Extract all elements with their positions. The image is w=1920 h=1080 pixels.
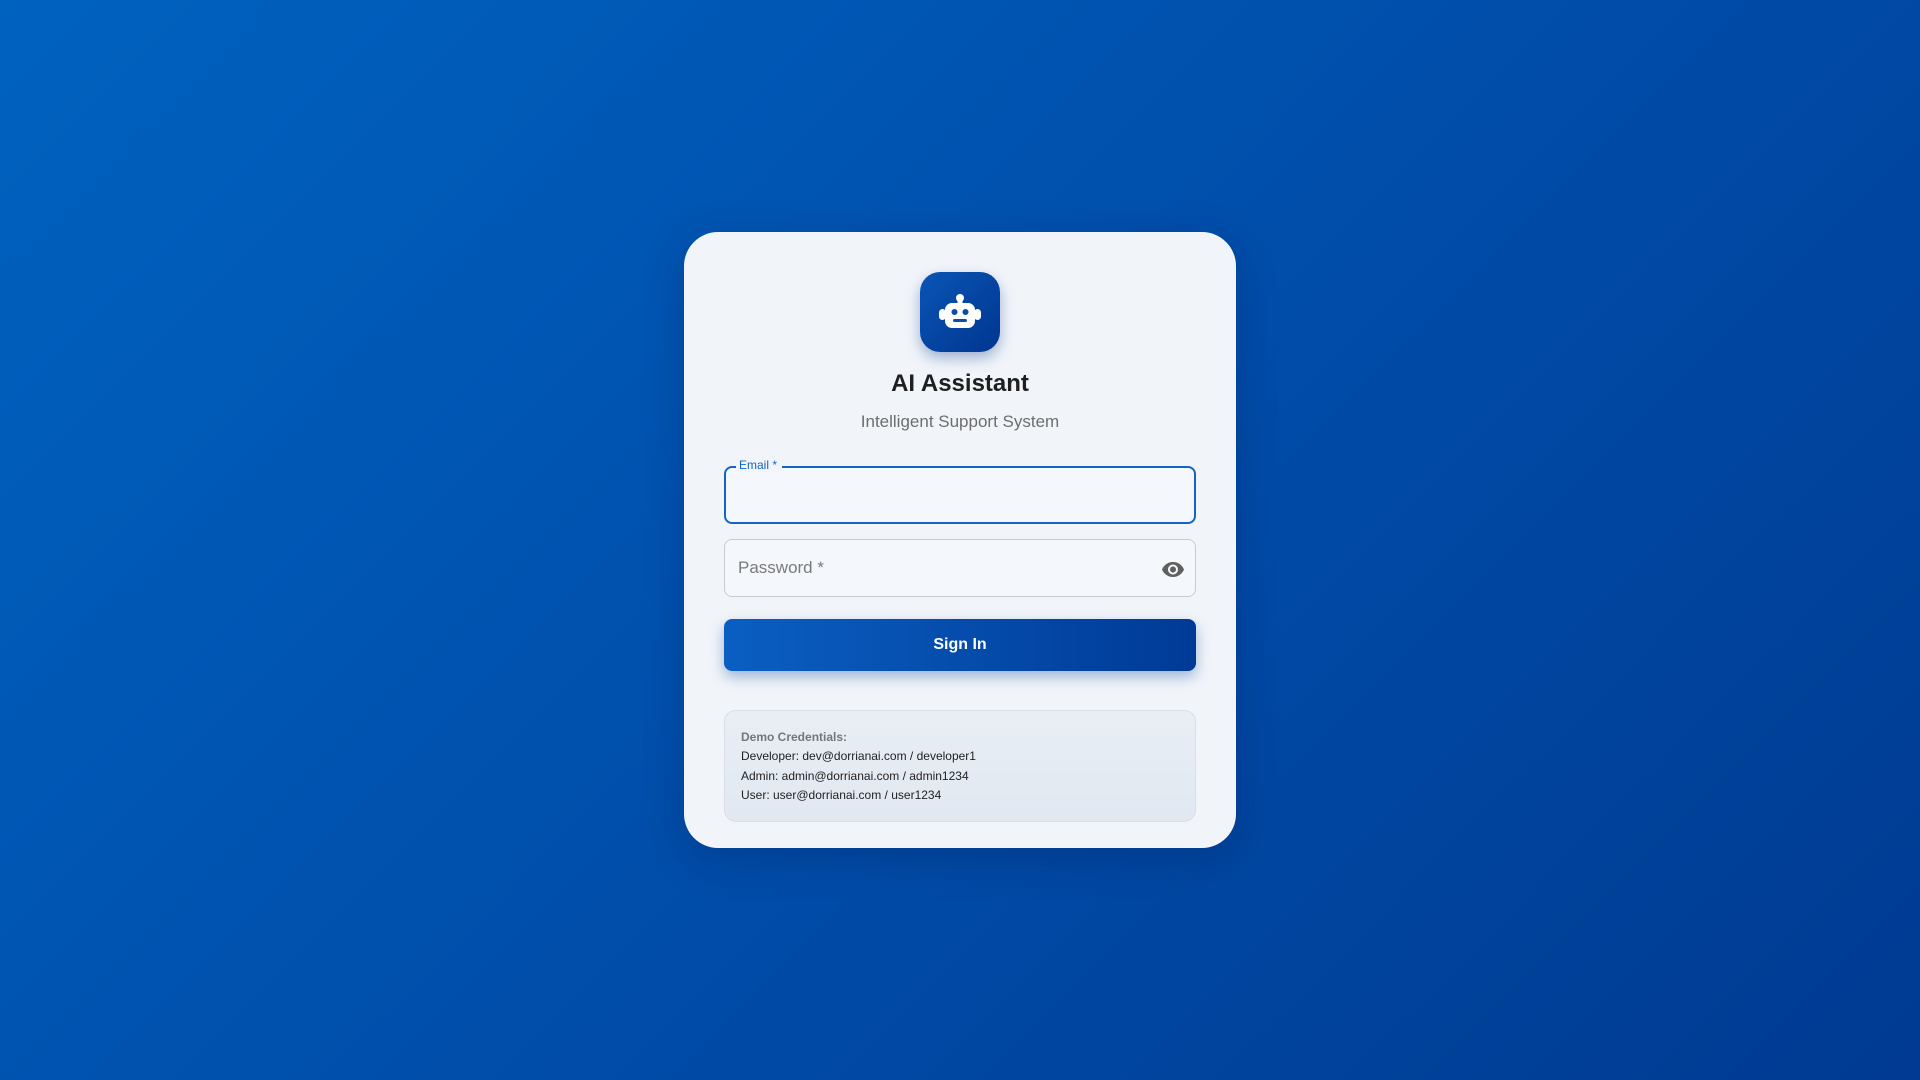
password-field[interactable]: Password * (724, 539, 1196, 597)
demo-credential-developer: Developer: dev@dorrianai.com / developer… (741, 749, 976, 763)
demo-credential-user: User: user@dorrianai.com / user1234 (741, 788, 942, 802)
demo-credential-admin: Admin: admin@dorrianai.com / admin1234 (741, 768, 969, 783)
password-input[interactable] (725, 540, 1195, 596)
sign-in-button[interactable]: Sign In (724, 619, 1196, 671)
email-field[interactable]: Email * (724, 458, 1196, 524)
robot-icon (939, 294, 981, 328)
eye-icon[interactable] (1161, 557, 1185, 581)
demo-credentials-title: Demo Credentials: (741, 730, 848, 744)
login-card: AI Assistant Intelligent Support System … (684, 232, 1236, 848)
demo-credentials-box: Demo Credentials: Developer: dev@dorrian… (724, 710, 1196, 822)
app-logo (920, 272, 1000, 352)
app-title: AI Assistant (891, 370, 1029, 397)
email-input[interactable] (726, 468, 1194, 522)
app-subtitle: Intelligent Support System (860, 412, 1060, 431)
